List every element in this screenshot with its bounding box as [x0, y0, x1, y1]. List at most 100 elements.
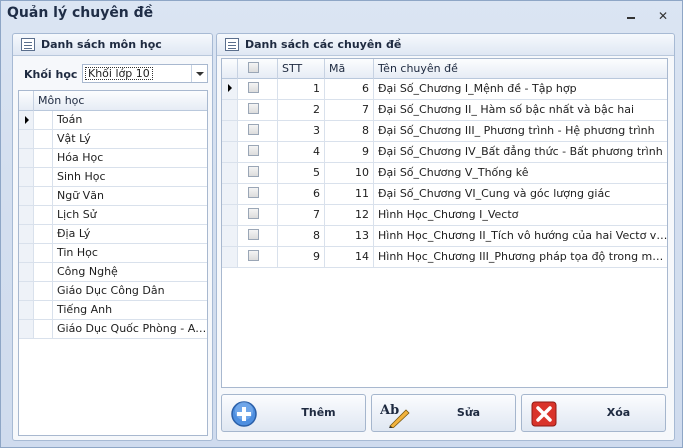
row-select-cell[interactable]	[238, 163, 278, 183]
row-indicator[interactable]	[19, 187, 34, 205]
subject-row[interactable]: Sinh Học	[19, 168, 207, 187]
row-indicator[interactable]	[222, 100, 238, 120]
subject-name[interactable]: Lịch Sử	[53, 206, 207, 224]
close-button[interactable]: ✕	[655, 9, 671, 23]
topic-row[interactable]: 1 6 Đại Số_Chương I_Mệnh đề - Tập hợp	[222, 79, 667, 100]
row-checkbox[interactable]	[248, 82, 259, 93]
topic-grid[interactable]: STT Mã Tên chuyên đề 1 6 Đại Số_Chương I_M…	[221, 58, 668, 388]
row-indicator[interactable]	[19, 206, 34, 224]
row-indicator[interactable]	[222, 205, 238, 225]
topic-ma[interactable]: 7	[325, 100, 374, 120]
topic-row[interactable]: 7 12 Hình Học_Chương I_Vectơ	[222, 205, 667, 226]
subject-name[interactable]: Toán	[53, 111, 207, 129]
topic-stt[interactable]: 2	[278, 100, 325, 120]
topic-stt[interactable]: 3	[278, 121, 325, 141]
row-select-cell[interactable]	[238, 121, 278, 141]
subject-row[interactable]: Vật Lý	[19, 130, 207, 149]
row-checkbox[interactable]	[248, 208, 259, 219]
row-indicator[interactable]	[19, 111, 34, 129]
topic-name[interactable]: Đại Số_Chương I_Mệnh đề - Tập hợp	[374, 79, 667, 99]
row-indicator[interactable]	[222, 226, 238, 246]
subject-name[interactable]: Sinh Học	[53, 168, 207, 186]
grade-select[interactable]: Khối lớp 10	[82, 64, 208, 83]
column-header-mon-hoc[interactable]: Môn học	[34, 91, 207, 111]
subject-row[interactable]: Giáo Dục Quốc Phòng - An ...	[19, 320, 207, 339]
select-all-checkbox[interactable]	[248, 62, 259, 73]
subject-row[interactable]: Tin Học	[19, 244, 207, 263]
row-indicator[interactable]	[222, 142, 238, 162]
select-all-column[interactable]	[238, 59, 278, 79]
subject-row[interactable]: Ngữ Văn	[19, 187, 207, 206]
row-select-cell[interactable]	[238, 247, 278, 267]
row-checkbox[interactable]	[248, 187, 259, 198]
subject-row[interactable]: Hóa Học	[19, 149, 207, 168]
row-indicator[interactable]	[19, 168, 34, 186]
row-indicator[interactable]	[222, 121, 238, 141]
topic-name[interactable]: Hình Học_Chương III_Phương pháp tọa độ t…	[374, 247, 667, 267]
topic-row[interactable]: 9 14 Hình Học_Chương III_Phương pháp tọa đ…	[222, 247, 667, 268]
row-indicator[interactable]	[19, 149, 34, 167]
row-checkbox[interactable]	[248, 229, 259, 240]
row-indicator[interactable]	[222, 79, 238, 99]
row-indicator[interactable]	[19, 244, 34, 262]
topic-ma[interactable]: 8	[325, 121, 374, 141]
topic-name[interactable]: Đại Số_Chương VI_Cung và góc lượng giác	[374, 184, 667, 204]
row-select-cell[interactable]	[238, 142, 278, 162]
topic-row[interactable]: 5 10 Đại Số_Chương V_Thống kê	[222, 163, 667, 184]
topic-row[interactable]: 8 13 Hình Học_Chương II_Tích vô hướng của …	[222, 226, 667, 247]
topic-name[interactable]: Đại Số_Chương II_ Hàm số bậc nhất và bậc…	[374, 100, 667, 120]
subject-row[interactable]: Lịch Sử	[19, 206, 207, 225]
topic-stt[interactable]: 1	[278, 79, 325, 99]
row-indicator[interactable]	[19, 225, 34, 243]
topic-name[interactable]: Đại Số_Chương III_ Phương trình - Hệ phư…	[374, 121, 667, 141]
topic-name[interactable]: Hình Học_Chương II_Tích vô hướng của hai…	[374, 226, 667, 246]
topic-row[interactable]: 4 9 Đại Số_Chương IV_Bất đẳng thức - Bất p…	[222, 142, 667, 163]
row-checkbox[interactable]	[248, 145, 259, 156]
minimize-button[interactable]	[623, 9, 639, 23]
topic-row[interactable]: 3 8 Đại Số_Chương III_ Phương trình - Hệ p…	[222, 121, 667, 142]
subject-name[interactable]: Giáo Dục Công Dân	[53, 282, 207, 300]
delete-button[interactable]: Xóa	[521, 394, 666, 432]
row-indicator[interactable]	[222, 163, 238, 183]
row-indicator[interactable]	[19, 130, 34, 148]
topic-stt[interactable]: 5	[278, 163, 325, 183]
row-checkbox[interactable]	[248, 166, 259, 177]
subject-grid[interactable]: Môn học Toán Vật Lý Hóa Học Sinh Học Ngữ Văn…	[18, 90, 208, 436]
subject-name[interactable]: Tiếng Anh	[53, 301, 207, 319]
row-checkbox[interactable]	[248, 103, 259, 114]
topic-name[interactable]: Đại Số_Chương IV_Bất đẳng thức - Bất phư…	[374, 142, 667, 162]
topic-ma[interactable]: 13	[325, 226, 374, 246]
subject-name[interactable]: Tin Học	[53, 244, 207, 262]
topic-row[interactable]: 2 7 Đại Số_Chương II_ Hàm số bậc nhất và b…	[222, 100, 667, 121]
topic-stt[interactable]: 8	[278, 226, 325, 246]
topic-ma[interactable]: 11	[325, 184, 374, 204]
row-select-cell[interactable]	[238, 100, 278, 120]
topic-ma[interactable]: 12	[325, 205, 374, 225]
row-select-cell[interactable]	[238, 226, 278, 246]
subject-row[interactable]: Toán	[19, 111, 207, 130]
topic-ma[interactable]: 14	[325, 247, 374, 267]
row-select-cell[interactable]	[238, 79, 278, 99]
column-header-ten[interactable]: Tên chuyên đề	[374, 59, 667, 79]
topic-ma[interactable]: 6	[325, 79, 374, 99]
topic-row[interactable]: 6 11 Đại Số_Chương VI_Cung và góc lượng gi…	[222, 184, 667, 205]
row-indicator[interactable]	[222, 184, 238, 204]
subject-name[interactable]: Vật Lý	[53, 130, 207, 148]
subject-row[interactable]: Giáo Dục Công Dân	[19, 282, 207, 301]
topic-name[interactable]: Đại Số_Chương V_Thống kê	[374, 163, 667, 183]
row-indicator[interactable]	[222, 247, 238, 267]
edit-button[interactable]: Ab Sửa	[371, 394, 516, 432]
topic-ma[interactable]: 9	[325, 142, 374, 162]
add-button[interactable]: Thêm	[221, 394, 366, 432]
topic-stt[interactable]: 7	[278, 205, 325, 225]
subject-row[interactable]: Địa Lý	[19, 225, 207, 244]
subject-name[interactable]: Giáo Dục Quốc Phòng - An ...	[53, 320, 207, 338]
subject-name[interactable]: Hóa Học	[53, 149, 207, 167]
topic-stt[interactable]: 4	[278, 142, 325, 162]
row-select-cell[interactable]	[238, 184, 278, 204]
topic-stt[interactable]: 6	[278, 184, 325, 204]
topic-name[interactable]: Hình Học_Chương I_Vectơ	[374, 205, 667, 225]
subject-row[interactable]: Tiếng Anh	[19, 301, 207, 320]
row-select-cell[interactable]	[238, 205, 278, 225]
subject-name[interactable]: Ngữ Văn	[53, 187, 207, 205]
